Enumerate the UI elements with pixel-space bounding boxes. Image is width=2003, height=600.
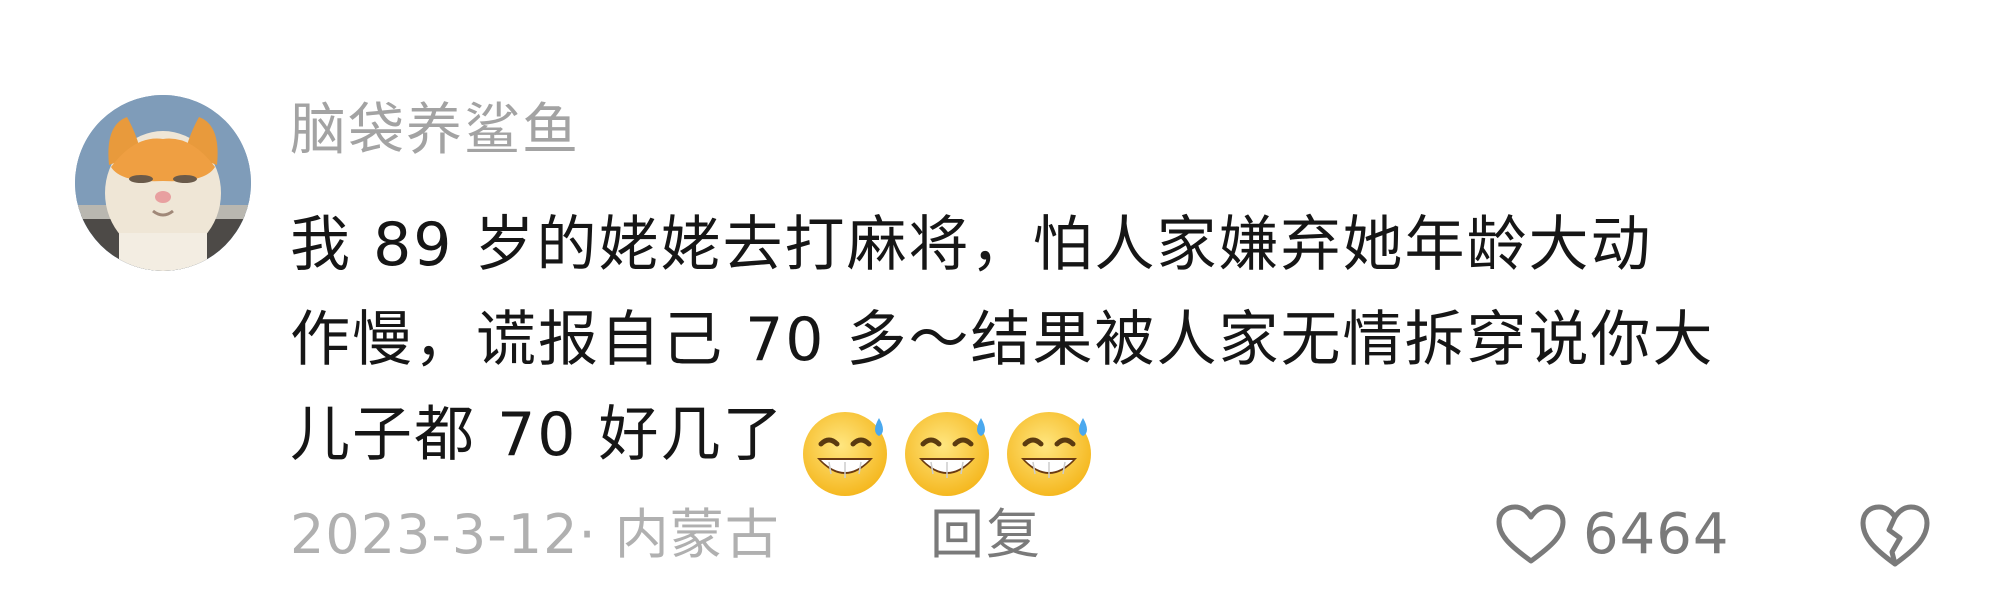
comment-text-line: 作慢，谎报自己 70 多～结果被人家无情拆穿说你大 xyxy=(290,305,1715,375)
comment-date-location: 2023-3-12· 内蒙古 xyxy=(290,503,780,566)
grin-sweat-icon xyxy=(1006,412,1091,497)
reply-button[interactable]: 回复 xyxy=(930,500,1042,570)
comment-text-line-3: 儿子都 70 好几了 xyxy=(290,400,785,470)
like-button[interactable]: 6464 xyxy=(1495,500,1730,570)
comment-item: 脑袋养鲨鱼 我 89 岁的姥姥去打麻将，怕人家嫌弃她年龄大动 作慢，谎报自己 7… xyxy=(0,0,2003,600)
avatar[interactable] xyxy=(75,95,251,271)
dislike-button[interactable] xyxy=(1858,502,1932,570)
grin-sweat-icon xyxy=(802,412,887,497)
comment-text-line: 儿子都 70 好几了 xyxy=(290,388,1930,497)
like-count: 6464 xyxy=(1583,502,1730,567)
broken-heart-icon xyxy=(1860,504,1930,567)
emoji-group xyxy=(797,402,1103,500)
comment-text: 我 89 岁的姥姥去打麻将，怕人家嫌弃她年龄大动 作慢，谎报自己 70 多～结果… xyxy=(290,198,1930,497)
username[interactable]: 脑袋养鲨鱼 xyxy=(290,96,580,166)
comment-text-line: 我 89 岁的姥姥去打麻将，怕人家嫌弃她年龄大动 xyxy=(290,210,1653,280)
heart-icon xyxy=(1496,504,1566,564)
grin-sweat-icon xyxy=(904,412,989,497)
cat-avatar-image xyxy=(75,95,251,271)
